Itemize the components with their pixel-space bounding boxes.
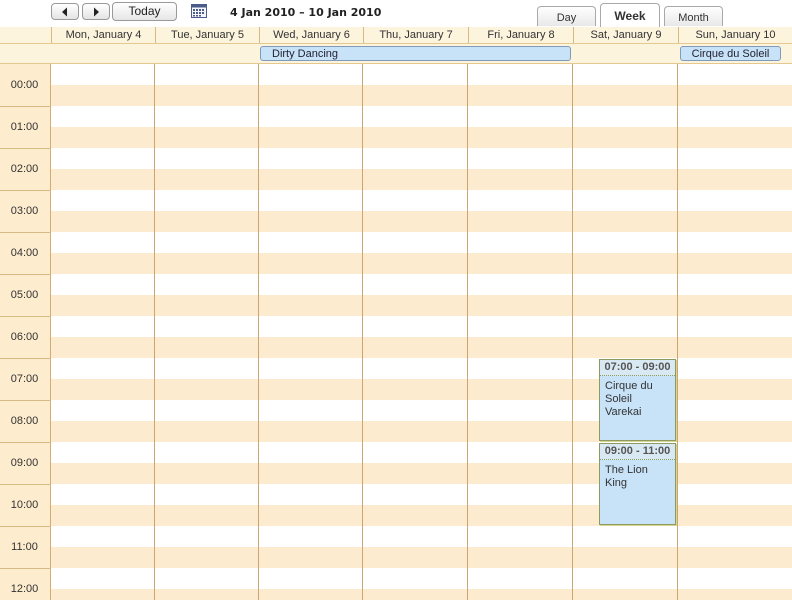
- day-header-monday[interactable]: Mon, January 4: [51, 27, 155, 43]
- calendar-event[interactable]: 09:00 - 11:00 The Lion King: [599, 443, 676, 525]
- all-day-event[interactable]: Cirque du Soleil: [680, 46, 781, 61]
- chevron-right-icon: [94, 7, 99, 16]
- all-day-event[interactable]: Dirty Dancing: [260, 46, 571, 61]
- hour-label: 01:00: [10, 121, 39, 133]
- hour-divider: [0, 106, 51, 107]
- day-header-saturday[interactable]: Sat, January 9: [573, 27, 678, 43]
- hour-divider: [0, 484, 51, 485]
- day-column-divider: [362, 64, 363, 600]
- day-column-divider: [258, 64, 259, 600]
- hour-divider: [0, 526, 51, 527]
- hour-divider: [0, 190, 51, 191]
- week-grid[interactable]: [51, 64, 792, 600]
- hour-divider: [0, 442, 51, 443]
- day-header-tuesday[interactable]: Tue, January 5: [155, 27, 259, 43]
- next-week-button[interactable]: [82, 3, 110, 20]
- event-time: 09:00 - 11:00: [600, 444, 675, 460]
- hour-label: 12:00: [10, 583, 39, 595]
- hour-divider: [0, 274, 51, 275]
- day-header-sunday[interactable]: Sun, January 10: [678, 27, 792, 43]
- day-header-wednesday[interactable]: Wed, January 6: [259, 27, 363, 43]
- hour-divider: [0, 358, 51, 359]
- hour-label: 03:00: [10, 205, 39, 217]
- day-header-friday[interactable]: Fri, January 8: [468, 27, 573, 43]
- day-column-divider: [154, 64, 155, 600]
- tab-week[interactable]: Week: [600, 3, 660, 27]
- tab-day[interactable]: Day: [537, 6, 596, 26]
- time-gutter: 00:00 01:00 02:00 03:00 04:00 05:00 06:0…: [0, 64, 51, 600]
- hour-divider: [0, 148, 51, 149]
- hour-label: 11:00: [11, 541, 38, 553]
- hour-divider: [0, 316, 51, 317]
- today-button[interactable]: Today: [112, 2, 177, 21]
- hour-label: 00:00: [10, 79, 39, 91]
- toolbar: Today 4 Jan 2010 – 10 Jan 2010 Day Week …: [0, 0, 792, 27]
- hour-label: 07:00: [10, 373, 39, 385]
- hour-divider: [0, 400, 51, 401]
- hour-label: 10:00: [10, 499, 39, 511]
- hour-label: 09:00: [10, 457, 39, 469]
- hour-label: 04:00: [10, 247, 39, 259]
- calendar-icon[interactable]: [191, 4, 207, 18]
- hour-divider: [0, 232, 51, 233]
- hour-divider: [0, 568, 51, 569]
- all-day-row: Dirty Dancing Cirque du Soleil: [0, 44, 792, 64]
- event-title: The Lion King: [605, 464, 648, 489]
- hour-label: 02:00: [10, 163, 39, 175]
- day-column-divider: [572, 64, 573, 600]
- day-column-divider: [677, 64, 678, 600]
- event-time: 07:00 - 09:00: [600, 360, 675, 376]
- chevron-left-icon: [62, 7, 67, 16]
- hour-label: 06:00: [10, 331, 39, 343]
- previous-week-button[interactable]: [51, 3, 79, 20]
- tab-month[interactable]: Month: [664, 6, 723, 26]
- day-column-divider: [467, 64, 468, 600]
- day-header-thursday[interactable]: Thu, January 7: [363, 27, 468, 43]
- day-header-row: Mon, January 4 Tue, January 5 Wed, Janua…: [0, 27, 792, 44]
- calendar-event[interactable]: 07:00 - 09:00 Cirque du Soleil Varekai: [599, 359, 676, 441]
- event-title: Cirque du Soleil Varekai: [605, 380, 653, 418]
- hour-label: 08:00: [10, 415, 39, 427]
- date-range-label: 4 Jan 2010 – 10 Jan 2010: [230, 6, 382, 19]
- hour-label: 05:00: [10, 289, 39, 301]
